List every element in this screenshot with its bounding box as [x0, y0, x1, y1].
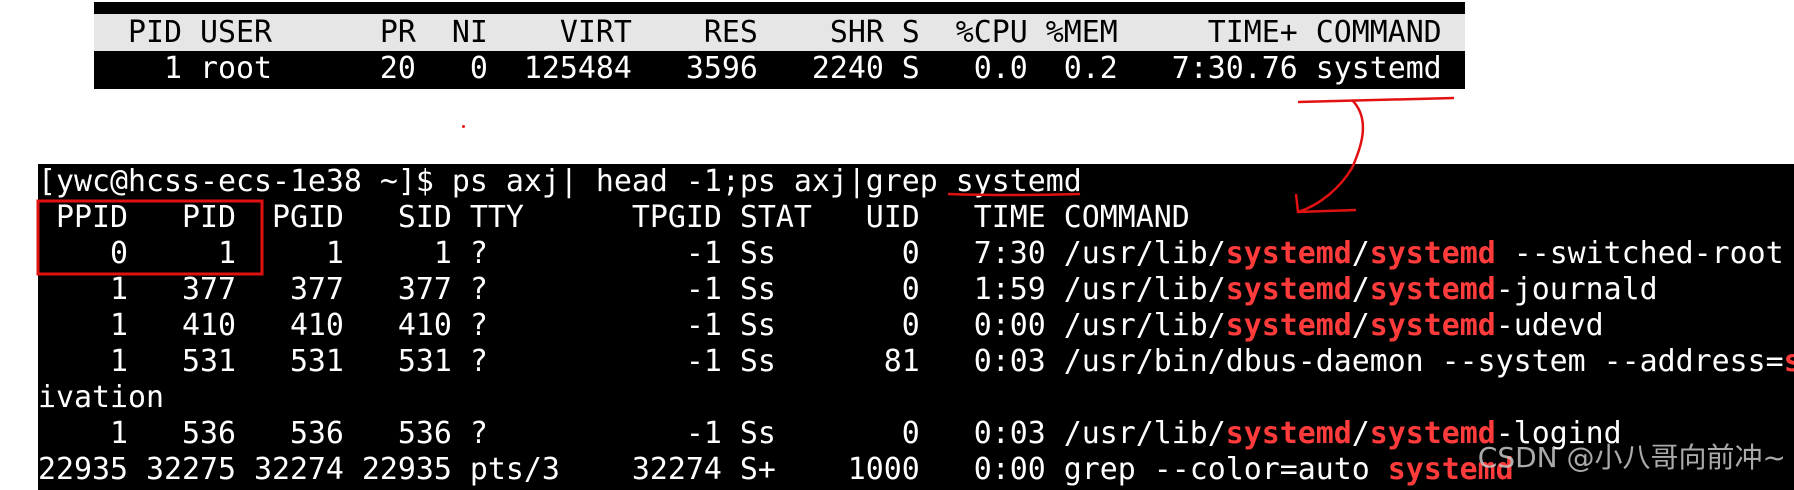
connector-arrow [1297, 99, 1365, 214]
red-annotations [36, 96, 1455, 276]
systemd-underline [947, 192, 1081, 197]
top-command-underline [1297, 96, 1455, 104]
ppid-pid-highlight-box [36, 199, 264, 276]
red-dot [462, 125, 465, 128]
